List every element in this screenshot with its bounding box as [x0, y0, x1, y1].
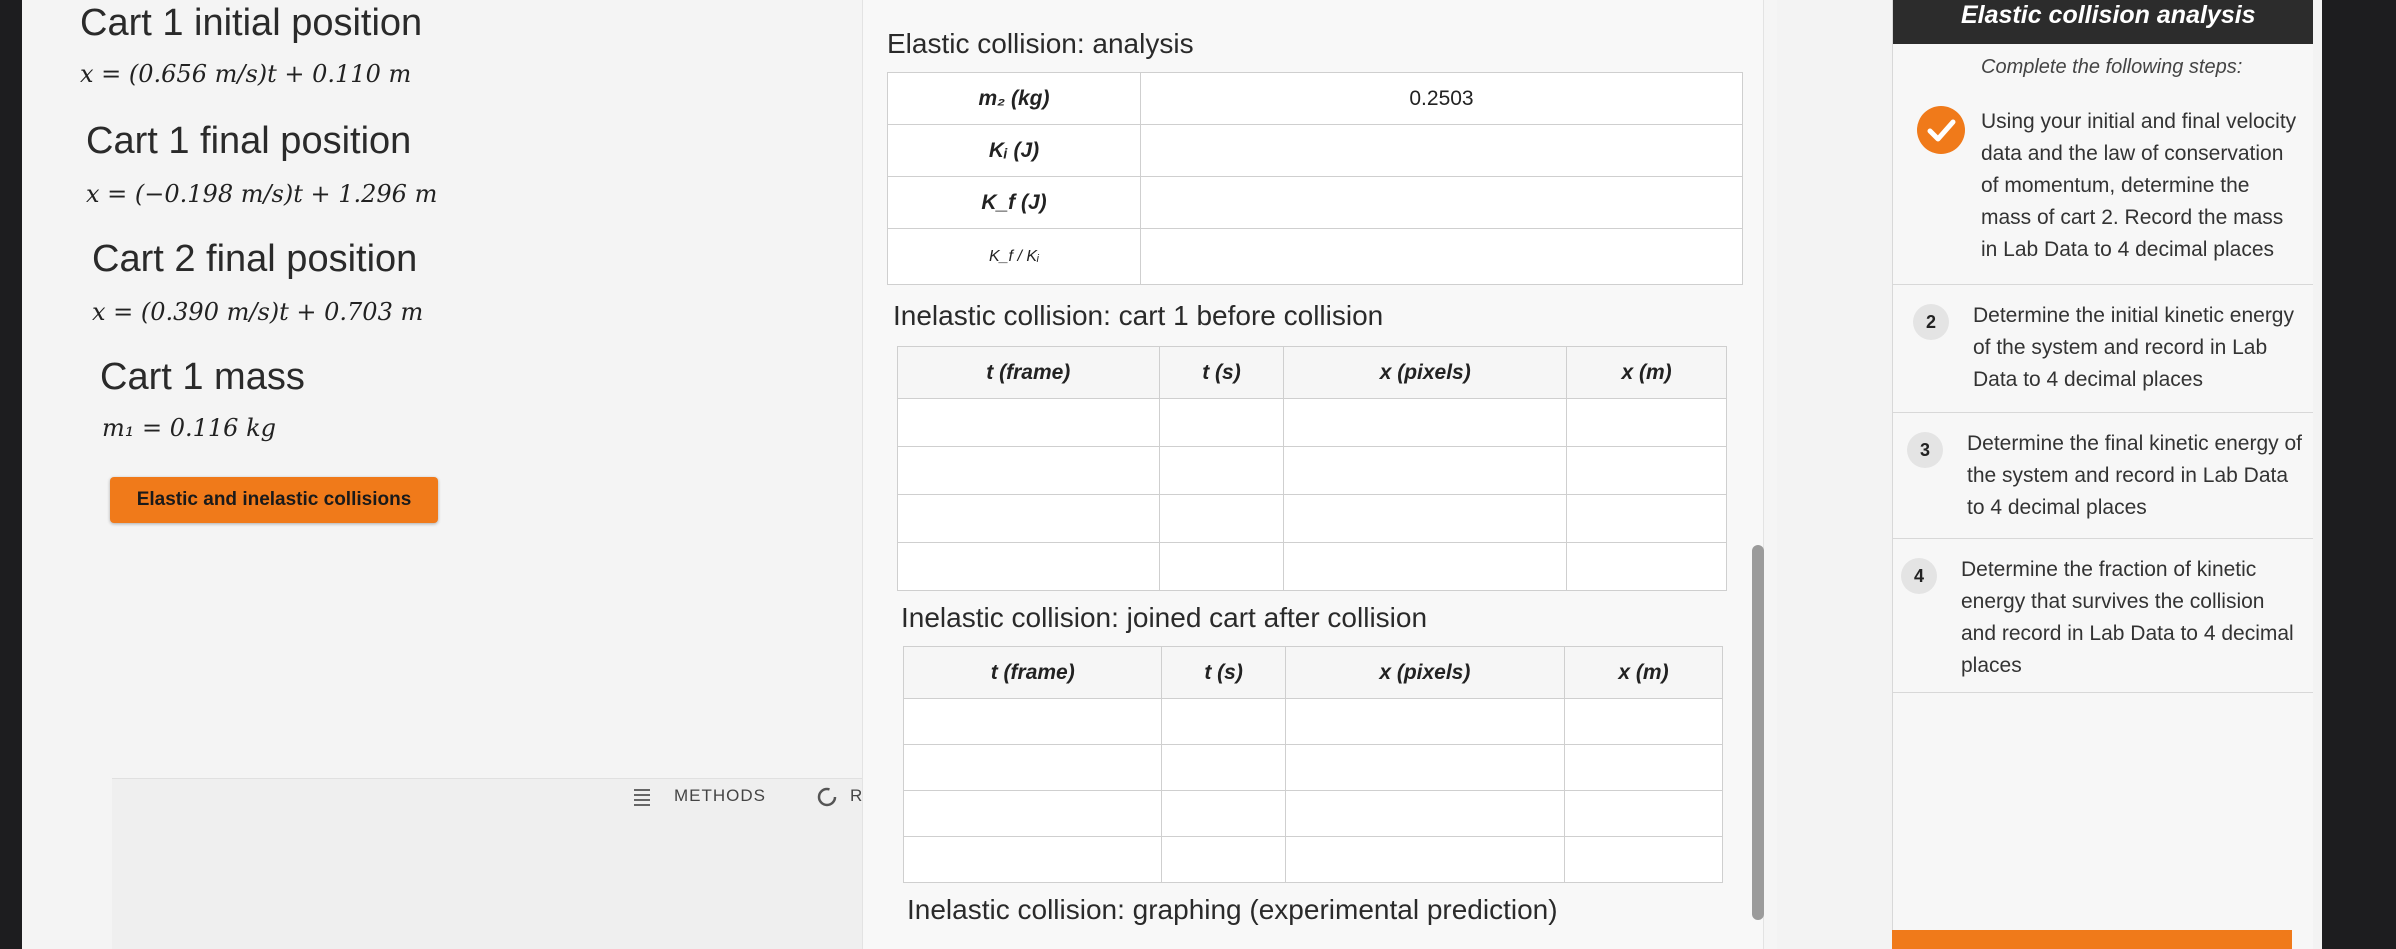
table-row: [902, 836, 1723, 883]
col-header: t (frame): [902, 646, 1163, 699]
col-header: x (pixels): [1284, 646, 1566, 699]
steps-panel: Elastic collision analysis Complete the …: [1892, 0, 2313, 949]
data-cell[interactable]: [1566, 494, 1727, 543]
step-number: 3: [1907, 432, 1943, 468]
cart1-mass-title: Cart 1 mass: [100, 356, 305, 398]
data-cell[interactable]: [1161, 836, 1286, 883]
data-cell[interactable]: [1284, 698, 1566, 745]
data-cell[interactable]: [902, 836, 1163, 883]
data-cell[interactable]: [1161, 698, 1286, 745]
data-cell[interactable]: [1284, 836, 1566, 883]
data-cell[interactable]: [902, 790, 1163, 837]
step-number: 2: [1913, 304, 1949, 340]
kf-value-cell[interactable]: [1140, 176, 1743, 229]
step-item[interactable]: Using your initial and final velocity da…: [1893, 90, 2313, 285]
step-text: Determine the final kinetic energy of th…: [1967, 432, 2303, 519]
elastic-analysis-title: Elastic collision: analysis: [887, 28, 1194, 59]
table-row: [897, 446, 1727, 495]
col-header: t (s): [1161, 646, 1286, 699]
data-cell[interactable]: [1566, 398, 1727, 447]
ki-label: Kᵢ (J): [887, 124, 1141, 177]
data-cell[interactable]: [902, 744, 1163, 791]
screen: Cart 1 initial position x = (0.656 m/s)t…: [22, 0, 2322, 949]
table-row: [902, 698, 1723, 745]
data-cell[interactable]: [1283, 542, 1568, 591]
data-cell[interactable]: [1161, 744, 1286, 791]
data-cell[interactable]: [1161, 790, 1286, 837]
step-text: Using your initial and final velocity da…: [1981, 110, 2297, 261]
step-text: Determine the fraction of kinetic energy…: [1961, 558, 2294, 677]
col-header: x (m): [1564, 646, 1723, 699]
data-cell[interactable]: [1566, 446, 1727, 495]
cart1-final-title: Cart 1 final position: [86, 120, 412, 162]
graphing-title: Inelastic collision: graphing (experimen…: [907, 894, 1558, 925]
step-text: Determine the initial kinetic energy of …: [1973, 304, 2294, 391]
col-header: t (frame): [897, 346, 1160, 399]
data-cell[interactable]: [1564, 790, 1723, 837]
cart2-final-equation: x = (0.390 m/s)t + 0.703 m: [92, 298, 424, 326]
data-cell[interactable]: [897, 398, 1160, 447]
data-cell[interactable]: [1283, 494, 1568, 543]
ki-value-cell[interactable]: [1140, 124, 1743, 177]
col-header: x (pixels): [1283, 346, 1568, 399]
table-row: [897, 542, 1727, 591]
checkmark-icon: [1917, 106, 1965, 154]
m2-value-cell[interactable]: 0.2503: [1140, 72, 1743, 125]
data-cell[interactable]: [1564, 836, 1723, 883]
table-row: [897, 494, 1727, 543]
col-header: t (s): [1158, 346, 1285, 399]
table-row: [902, 790, 1723, 837]
inelastic-after-title: Inelastic collision: joined cart after c…: [901, 602, 1428, 633]
data-cell[interactable]: [902, 698, 1163, 745]
data-cell[interactable]: [1158, 542, 1285, 591]
inelastic-before-table: t (frame) t (s) x (pixels) x (m): [897, 346, 1727, 591]
r-tab-label[interactable]: R: [850, 786, 862, 806]
m2-label: m₂ (kg): [887, 72, 1141, 125]
list-icon: [634, 789, 650, 806]
data-cell[interactable]: [1158, 398, 1285, 447]
inelastic-after-table: t (frame) t (s) x (pixels) x (m): [902, 646, 1723, 883]
cart1-initial-equation: x = (0.656 m/s)t + 0.110 m: [80, 60, 412, 88]
data-cell[interactable]: [1566, 542, 1727, 591]
table-row: [897, 398, 1727, 447]
left-pane: Cart 1 initial position x = (0.656 m/s)t…: [22, 0, 862, 949]
methods-tab[interactable]: METHODS: [674, 786, 766, 806]
data-cell[interactable]: [1283, 446, 1568, 495]
elastic-analysis-table: m₂ (kg) 0.2503 Kᵢ (J) K_f (J) K_f / Kᵢ: [887, 72, 1743, 285]
step-item[interactable]: 3 Determine the final kinetic energy of …: [1893, 412, 2313, 539]
data-cell[interactable]: [1564, 744, 1723, 791]
elastic-inelastic-button[interactable]: Elastic and inelastic collisions: [110, 477, 438, 523]
lab-data-pane: Elastic collision: analysis m₂ (kg) 0.25…: [862, 0, 1764, 949]
data-cell[interactable]: [897, 446, 1160, 495]
col-header: x (m): [1566, 346, 1727, 399]
data-cell[interactable]: [897, 494, 1160, 543]
step-number: 4: [1901, 558, 1937, 594]
inelastic-before-title: Inelastic collision: cart 1 before colli…: [893, 300, 1384, 331]
step-item[interactable]: 2 Determine the initial kinetic energy o…: [1893, 284, 2313, 413]
kf-over-ki-value-cell[interactable]: [1140, 228, 1743, 285]
kf-label: K_f (J): [887, 176, 1141, 229]
panel-title: Elastic collision analysis: [1893, 0, 2313, 44]
table-row: [902, 744, 1723, 791]
data-cell[interactable]: [1158, 446, 1285, 495]
cart1-initial-title: Cart 1 initial position: [80, 2, 423, 44]
refresh-icon[interactable]: [816, 786, 838, 808]
data-cell[interactable]: [1283, 398, 1568, 447]
data-cell[interactable]: [1284, 744, 1566, 791]
cart1-mass-equation: m₁ = 0.116 kg: [102, 414, 276, 442]
step-item[interactable]: 4 Determine the fraction of kinetic ener…: [1893, 538, 2313, 693]
data-cell[interactable]: [1284, 790, 1566, 837]
data-cell[interactable]: [1564, 698, 1723, 745]
scrollbar[interactable]: [1752, 545, 1764, 920]
cart1-final-equation: x = (−0.198 m/s)t + 1.296 m: [86, 180, 438, 208]
panel-subtitle: Complete the following steps:: [1981, 56, 2243, 78]
data-cell[interactable]: [1158, 494, 1285, 543]
kf-over-ki-label: K_f / Kᵢ: [887, 228, 1141, 285]
cart2-final-title: Cart 2 final position: [92, 238, 418, 280]
panel-bottom-accent: [1892, 930, 2292, 949]
data-cell[interactable]: [897, 542, 1160, 591]
